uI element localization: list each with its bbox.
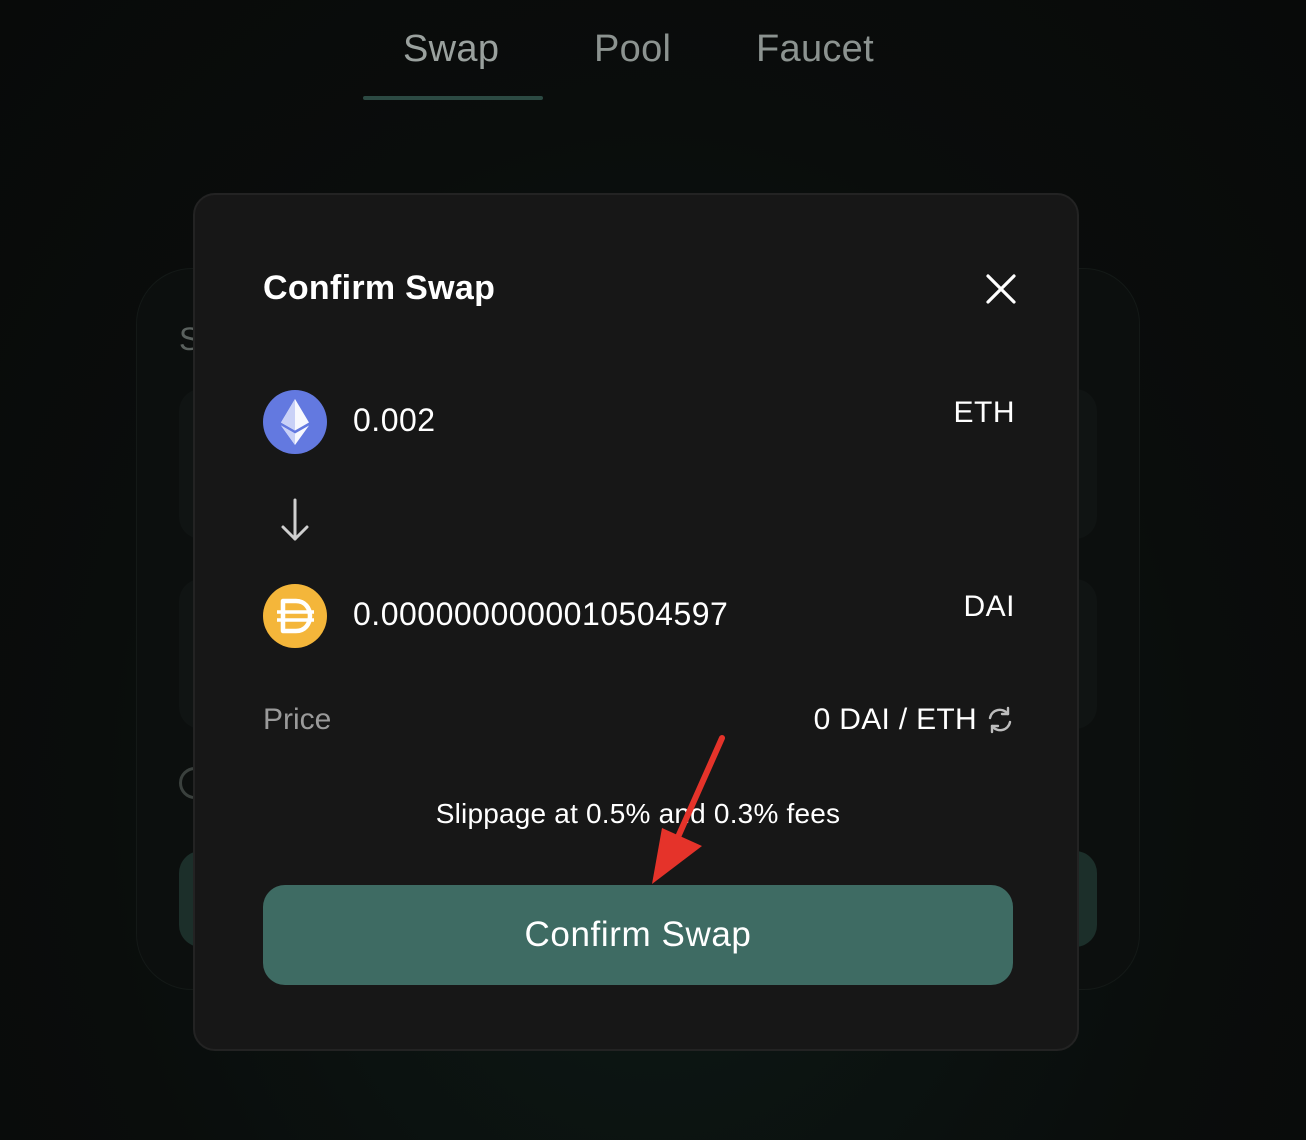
active-tab-indicator bbox=[363, 96, 543, 100]
arrow-down-icon bbox=[279, 497, 311, 543]
to-amount: 0.0000000000010504597 bbox=[353, 596, 729, 632]
close-icon[interactable] bbox=[981, 269, 1021, 309]
confirm-swap-modal: Confirm Swap 0.002 ETH 0.000000000001050… bbox=[193, 193, 1079, 1051]
tab-swap[interactable]: Swap bbox=[403, 28, 499, 71]
to-token-row: 0.0000000000010504597 DAI bbox=[263, 584, 1015, 650]
eth-icon bbox=[263, 390, 327, 454]
refresh-icon[interactable] bbox=[985, 705, 1015, 735]
from-token-row: 0.002 ETH bbox=[263, 390, 1015, 456]
price-value: 0 DAI / ETH bbox=[813, 703, 977, 736]
price-label: Price bbox=[263, 703, 332, 736]
modal-title: Confirm Swap bbox=[263, 269, 496, 307]
slippage-info: Slippage at 0.5% and 0.3% fees bbox=[435, 798, 841, 829]
page: Swap Pool Faucet S Confirm Swap 0.002 ET… bbox=[0, 0, 1306, 1140]
dai-icon bbox=[263, 584, 327, 648]
tab-pool[interactable]: Pool bbox=[594, 28, 671, 71]
tab-faucet[interactable]: Faucet bbox=[756, 28, 874, 71]
from-amount: 0.002 bbox=[353, 402, 436, 438]
to-symbol: DAI bbox=[963, 590, 1015, 623]
from-symbol: ETH bbox=[953, 396, 1015, 429]
top-nav: Swap Pool Faucet bbox=[0, 0, 1306, 110]
confirm-swap-button[interactable]: Confirm Swap bbox=[263, 885, 1013, 985]
